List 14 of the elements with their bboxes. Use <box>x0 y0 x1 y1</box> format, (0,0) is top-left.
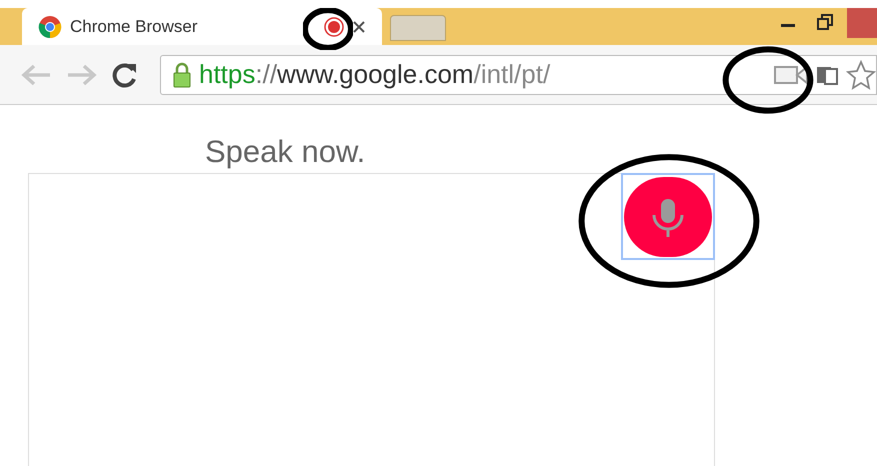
tab-title: Chrome Browser <box>70 16 198 38</box>
restore-icon[interactable] <box>817 14 833 30</box>
browser-tab[interactable]: Chrome Browser <box>22 8 382 45</box>
speak-now-prompt: Speak now. <box>205 134 366 169</box>
chrome-logo-icon <box>38 14 62 38</box>
microphone-icon <box>651 196 685 236</box>
address-bar[interactable]: https://www.google.com/intl/pt/ <box>160 54 877 94</box>
minimize-icon[interactable] <box>781 24 795 28</box>
url-text: https://www.google.com/intl/pt/ <box>199 58 550 91</box>
reload-icon[interactable] <box>112 62 138 88</box>
close-icon[interactable] <box>352 20 366 34</box>
star-icon[interactable] <box>846 60 876 90</box>
video-camera-icon[interactable] <box>774 64 808 86</box>
microphone-button[interactable] <box>621 173 715 260</box>
